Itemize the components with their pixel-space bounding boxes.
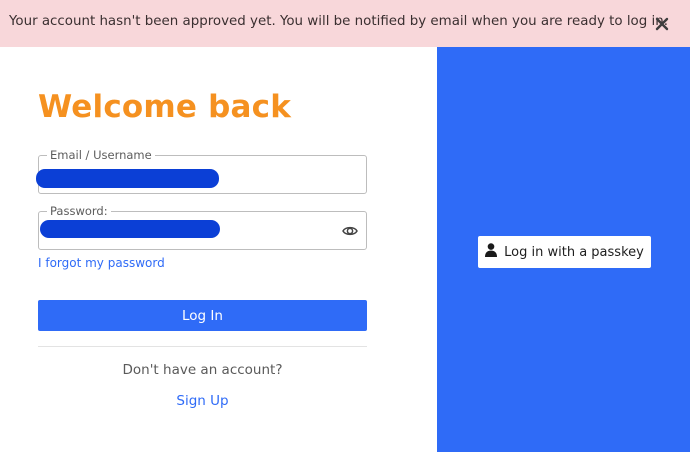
eye-icon[interactable] (342, 223, 358, 239)
password-field-label: Password: (47, 204, 111, 218)
passkey-login-button[interactable]: Log in with a passkey (478, 236, 651, 268)
close-icon[interactable] (654, 16, 670, 32)
signup-link[interactable]: Sign Up (38, 393, 367, 409)
alert-message: Your account hasn't been approved yet. Y… (9, 14, 668, 29)
password-field[interactable]: Password: (38, 204, 367, 250)
email-field[interactable]: Email / Username (36, 148, 367, 194)
forgot-password-link[interactable]: I forgot my password (38, 256, 165, 270)
redacted-password (40, 220, 220, 238)
divider (38, 346, 367, 347)
login-button[interactable]: Log In (38, 300, 367, 331)
redacted-email (36, 169, 219, 188)
page-title: Welcome back (38, 89, 292, 125)
email-field-label: Email / Username (47, 148, 155, 162)
approval-alert-banner: Your account hasn't been approved yet. Y… (0, 0, 690, 47)
no-account-text: Don't have an account? (122, 362, 283, 378)
passkey-button-label: Log in with a passkey (504, 244, 644, 260)
user-icon (485, 243, 498, 261)
